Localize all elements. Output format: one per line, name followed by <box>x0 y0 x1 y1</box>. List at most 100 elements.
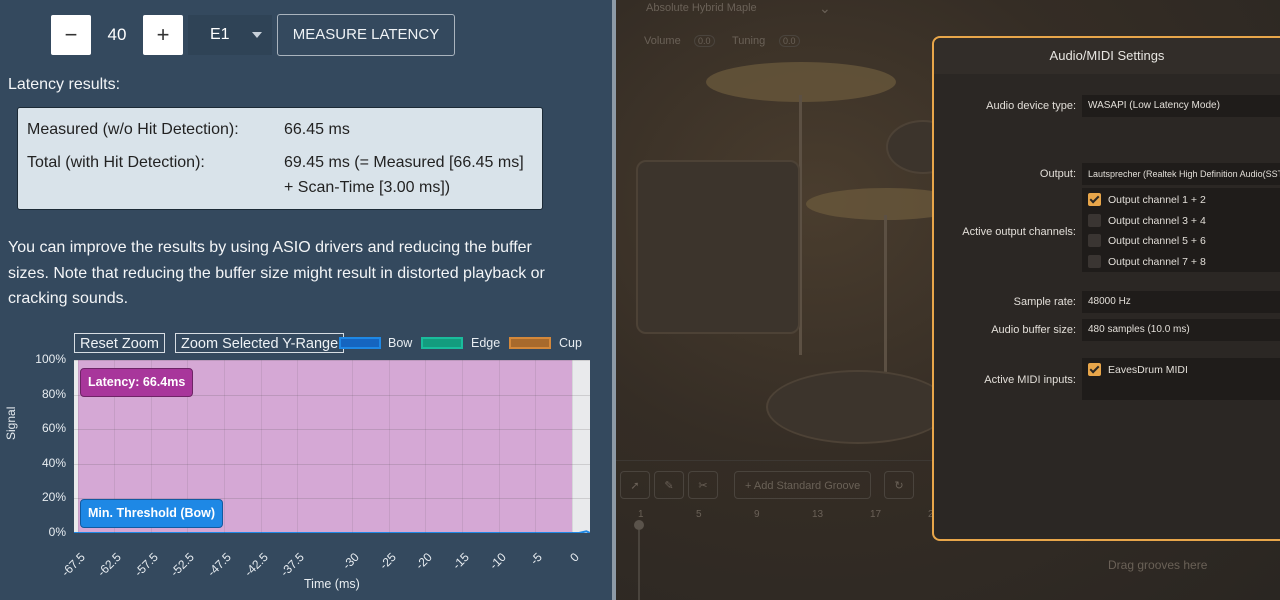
x-gridline <box>352 360 354 533</box>
latency-panel: − 40 + E1 MEASURE LATENCY Latency result… <box>0 0 612 600</box>
output-channel-label: Output channel 5 + 6 <box>1108 235 1206 247</box>
x-tick-label: -57.5 <box>131 550 161 580</box>
plus-icon: + <box>745 480 754 492</box>
legend-cup-swatch[interactable] <box>509 337 551 349</box>
tuning-knob[interactable]: 0.0 <box>779 35 800 47</box>
measured-label: Measured (w/o Hit Detection): <box>27 121 239 138</box>
x-tick-label: 0 <box>566 550 582 565</box>
x-tick-label: -5 <box>527 550 545 568</box>
sample-rate-select[interactable]: 48000 Hz <box>1082 291 1280 313</box>
drum-case-image <box>636 160 800 334</box>
x-tick-label: -15 <box>449 550 472 573</box>
legend-bow-swatch[interactable] <box>339 337 381 349</box>
device-type-label: Audio device type: <box>986 100 1076 112</box>
ruler-bar-number: 13 <box>812 509 824 520</box>
output-select[interactable]: Lautsprecher (Realtek High Definition Au… <box>1082 163 1280 185</box>
decrement-button[interactable]: − <box>51 15 91 55</box>
latency-results-title: Latency results: <box>8 76 121 93</box>
undo-icon[interactable]: ↻ <box>884 471 914 499</box>
total-value: 69.45 ms (= Measured [66.45 ms] + Scan-T… <box>284 154 524 196</box>
x-tick-label: -25 <box>376 550 399 573</box>
volume-knob[interactable]: 0.0 <box>694 35 715 47</box>
midi-inputs-list: EavesDrum MIDI <box>1082 358 1280 400</box>
total-label: Total (with Hit Detection): <box>27 154 205 171</box>
midi-inputs-label: Active MIDI inputs: <box>984 374 1076 386</box>
active-outputs-label: Active output channels: <box>962 226 1076 238</box>
checkbox-icon[interactable] <box>1088 213 1101 227</box>
sample-rate-label: Sample rate: <box>1013 296 1076 308</box>
y-tick-label: 100% <box>35 352 66 366</box>
x-axis-label: Time (ms) <box>304 577 360 591</box>
y-gridline <box>74 533 590 534</box>
ruler-bar-number: 9 <box>754 509 760 520</box>
ruler-bar-number: 17 <box>870 509 882 520</box>
drum-image <box>766 370 950 444</box>
note-select-value: E1 <box>210 26 230 43</box>
chevron-down-icon <box>252 32 262 38</box>
x-tick-label: -67.5 <box>58 550 88 580</box>
ruler-bar-number: 5 <box>696 509 702 520</box>
scissors-tool-icon[interactable]: ✂ <box>688 471 718 499</box>
measure-latency-button[interactable]: MEASURE LATENCY <box>277 14 455 56</box>
x-gridline <box>297 360 299 533</box>
zoom-y-range-button[interactable]: Zoom Selected Y-Range <box>175 333 345 353</box>
legend-edge-label: Edge <box>471 336 501 350</box>
checkbox-icon[interactable] <box>1088 234 1101 247</box>
output-channels-list: Output channel 1 + 2 Output channel 3 + 4… <box>1082 188 1280 272</box>
output-channel-label: Output channel 7 + 8 <box>1108 255 1206 268</box>
checkbox-icon[interactable] <box>1088 254 1101 268</box>
latency-results-box: Measured (w/o Hit Detection): 66.45 ms T… <box>17 107 543 210</box>
kit-name[interactable]: Absolute Hybrid Maple <box>646 2 757 14</box>
dialog-title: Audio/MIDI Settings <box>934 38 1280 74</box>
x-gridline <box>388 360 390 533</box>
device-type-select[interactable]: WASAPI (Low Latency Mode) <box>1082 95 1280 117</box>
checkbox-checked-icon[interactable] <box>1088 193 1101 206</box>
x-gridline <box>77 360 79 533</box>
x-tick-label: -37.5 <box>277 550 308 580</box>
buffer-size-select[interactable]: 480 samples (10.0 ms) <box>1082 319 1280 341</box>
y-tick-label: 20% <box>41 490 66 505</box>
x-tick-label: -10 <box>486 550 509 573</box>
chevron-down-icon[interactable]: ⌄ <box>819 0 831 17</box>
stand-image <box>884 215 887 385</box>
add-standard-groove-button[interactable]: + Add Standard Groove <box>734 471 872 499</box>
x-gridline <box>260 360 262 533</box>
x-tick-label: -42.5 <box>241 550 271 580</box>
select-tool-icon[interactable]: ➚ <box>620 471 650 499</box>
midi-input-label: EavesDrum MIDI <box>1108 364 1188 376</box>
measured-value: 66.45 ms <box>284 121 350 138</box>
y-tick-label: 80% <box>41 386 66 401</box>
x-gridline <box>498 360 500 533</box>
checkbox-checked-icon[interactable] <box>1088 363 1101 376</box>
x-gridline <box>461 360 463 533</box>
playhead-handle[interactable] <box>634 520 644 530</box>
note-select[interactable]: E1 <box>188 15 272 55</box>
x-tick-label: -52.5 <box>168 550 198 580</box>
buffer-size-label: Audio buffer size: <box>991 324 1076 336</box>
playhead-line <box>638 530 640 600</box>
drop-hint: Drag grooves here <box>1108 558 1208 572</box>
legend-cup-label: Cup <box>559 336 582 350</box>
min-threshold-tag: Min. Threshold (Bow) <box>80 499 224 528</box>
y-tick-label: 40% <box>41 455 66 470</box>
x-tick-label: -62.5 <box>94 550 125 580</box>
legend-edge-swatch[interactable] <box>421 337 463 349</box>
reset-zoom-button[interactable]: Reset Zoom <box>74 333 165 353</box>
output-channel-label: Output channel 3 + 4 <box>1108 214 1206 227</box>
x-gridline <box>535 360 537 533</box>
output-channel-label: Output channel 1 + 2 <box>1108 194 1206 206</box>
x-gridline <box>425 360 427 533</box>
volume-label: Volume <box>644 35 681 47</box>
legend-bow-label: Bow <box>388 336 413 350</box>
y-axis-label: Signal <box>4 406 18 440</box>
x-gridline <box>224 360 226 533</box>
threshold-value-field[interactable]: 40 <box>91 15 143 55</box>
output-label: Output: <box>1039 168 1076 180</box>
y-tick-label: 60% <box>41 421 66 436</box>
pencil-tool-icon[interactable]: ✎ <box>654 471 684 499</box>
latency-tag: Latency: 66.4ms <box>80 368 194 397</box>
improvement-note: You can improve the results by using ASI… <box>8 239 545 307</box>
increment-button[interactable]: + <box>143 15 183 55</box>
ruler-bar-number: 1 <box>638 509 644 520</box>
x-gridline <box>571 360 573 533</box>
